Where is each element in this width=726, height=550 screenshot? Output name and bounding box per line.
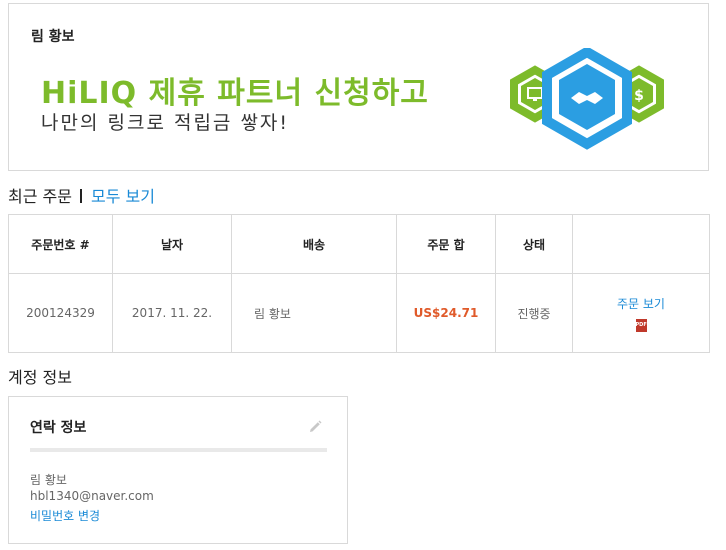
view-all-link[interactable]: 모두 보기 — [91, 187, 155, 206]
column-header-date: 날자 — [112, 214, 232, 274]
handshake-icon — [542, 48, 632, 150]
order-status: 진행중 — [495, 273, 573, 353]
table-header-row: 주문번호 # 날자 배송 주문 합 상태 — [8, 214, 710, 274]
order-total: US$24.71 — [396, 273, 496, 353]
order-actions: 주문 보기 PDF — [572, 273, 710, 353]
contact-info-title: 연락 정보 — [30, 420, 87, 436]
svg-text:$: $ — [634, 88, 644, 104]
order-number: 200124329 — [8, 273, 113, 353]
column-header-order-no: 주문번호 # — [8, 214, 113, 274]
recent-orders-title: 최근 주문 — [8, 187, 72, 206]
order-ship-to: 림 황보 — [231, 273, 397, 353]
column-header-total: 주문 합 — [396, 214, 496, 274]
column-header-ship-to: 배송 — [231, 214, 397, 274]
table-row: 200124329 2017. 11. 22. 림 황보 US$24.71 진행… — [8, 273, 710, 353]
promo-title: HiLIQ 제휴 파트너 신청하고 — [41, 76, 429, 111]
affiliate-banner[interactable]: 림 황보 HiLIQ 제휴 파트너 신청하고 나만의 링크로 적립금 쌓자! $ — [8, 3, 709, 171]
order-date: 2017. 11. 22. — [112, 273, 232, 353]
contact-divider — [30, 448, 327, 452]
column-header-status: 상태 — [495, 214, 573, 274]
contact-info-card: 연락 정보 림 황보 hbl1340@naver.com 비밀번호 변경 — [8, 396, 348, 544]
pencil-icon[interactable] — [307, 419, 323, 435]
recent-orders-table: 주문번호 # 날자 배송 주문 합 상태 200124329 2017. 11.… — [8, 214, 710, 353]
promo-subtitle: 나만의 링크로 적립금 쌓자! — [41, 112, 290, 134]
banner-user-name: 림 황보 — [31, 29, 75, 45]
partner-hexagon-icons: $ — [510, 48, 664, 150]
contact-email: hbl1340@naver.com — [30, 489, 154, 503]
recent-orders-header: 최근 주문 모두 보기 — [8, 183, 155, 207]
account-info-title: 계정 정보 — [8, 368, 72, 387]
change-password-link[interactable]: 비밀번호 변경 — [30, 507, 100, 524]
pdf-icon[interactable]: PDF — [635, 318, 647, 332]
column-header-action — [572, 214, 710, 274]
view-order-link[interactable]: 주문 보기 — [573, 295, 709, 312]
title-separator — [79, 189, 82, 203]
contact-name: 림 황보 — [30, 473, 67, 487]
